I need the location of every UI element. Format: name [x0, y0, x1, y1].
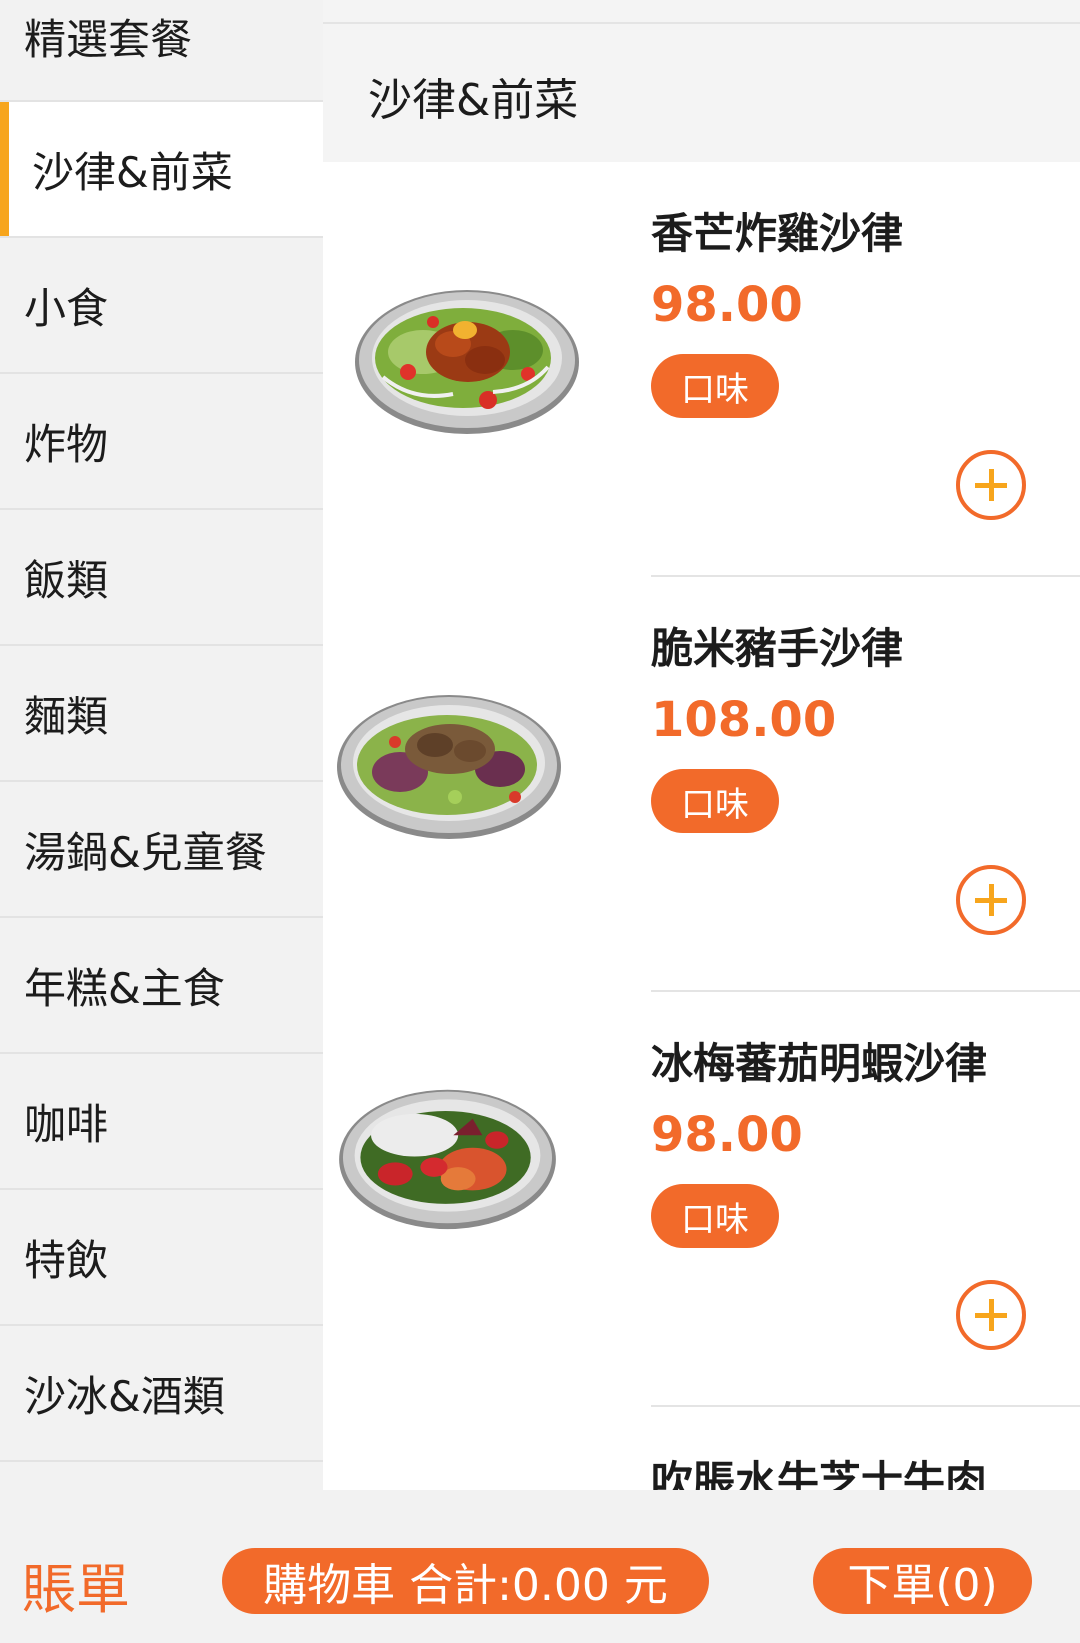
sidebar-item-hotpot-kids[interactable]: 湯鍋&兒童餐: [0, 782, 323, 918]
sidebar-item-label: 精選套餐: [24, 15, 193, 64]
product-list[interactable]: 沙律&前菜 香芒炸雞沙律 98.00 口味 脆米豬手沙律 108.00 口味 冰…: [323, 0, 1080, 1490]
salad-pork-knuckle-image: [337, 695, 561, 839]
salad-fried-chicken-mango-image: [355, 290, 579, 434]
product-price: 108.00: [651, 692, 837, 748]
product-card: 冰梅蕃茄明蝦沙律 98.00 口味: [323, 992, 1080, 1407]
category-sidebar: 精選套餐 沙律&前菜 小食 炸物 飯類 麵類 湯鍋&兒童餐 年糕&主食 咖啡 特…: [0, 0, 323, 1490]
sidebar-item-label: 小食: [24, 283, 109, 333]
product-price: 98.00: [651, 277, 803, 333]
flavor-button[interactable]: 口味: [651, 769, 779, 833]
sidebar-item-coffee[interactable]: 咖啡: [0, 1054, 323, 1190]
sidebar-item-snacks[interactable]: 小食: [0, 238, 323, 374]
product-card: 脆米豬手沙律 108.00 口味: [323, 577, 1080, 992]
sidebar-item-label: 炸物: [24, 419, 109, 469]
cart-button[interactable]: 購物車 合計:0.00 元: [222, 1548, 709, 1614]
product-name: 脆米豬手沙律: [651, 624, 904, 673]
section-header: 沙律&前菜: [323, 22, 1080, 162]
sidebar-item-set-meals[interactable]: 精選套餐: [0, 0, 323, 102]
sidebar-item-noodles[interactable]: 麵類: [0, 646, 323, 782]
sidebar-item-label: 特飲: [24, 1235, 109, 1285]
sidebar-item-ricecake-main[interactable]: 年糕&主食: [0, 918, 323, 1054]
salad-prawn-tomato-image: [339, 1089, 556, 1230]
divider: [651, 1405, 1080, 1407]
product-name: 吹脹水牛芝士牛肉: [651, 1457, 988, 1490]
add-to-cart-icon[interactable]: [956, 865, 1026, 935]
sidebar-item-label: 沙律&前菜: [32, 147, 233, 197]
sidebar-item-smoothie-alcohol[interactable]: 沙冰&酒類: [0, 1326, 323, 1462]
section-title: 沙律&前菜: [368, 75, 579, 126]
sidebar-item-special-drinks[interactable]: 特飲: [0, 1190, 323, 1326]
product-name: 冰梅蕃茄明蝦沙律: [651, 1039, 988, 1088]
product-name: 香芒炸雞沙律: [651, 209, 904, 258]
bill-button[interactable]: 賬單: [22, 1545, 130, 1624]
sidebar-item-label: 年糕&主食: [24, 963, 225, 1013]
sidebar-item-label: 咖啡: [24, 1099, 109, 1149]
flavor-button[interactable]: 口味: [651, 354, 779, 418]
bottom-bar: 賬單 購物車 合計:0.00 元 下單(0): [0, 1490, 1080, 1643]
sidebar-item-salad-appetizer[interactable]: 沙律&前菜: [0, 102, 323, 238]
sidebar-item-label: 飯類: [24, 555, 109, 605]
add-to-cart-icon[interactable]: [956, 1280, 1026, 1350]
flavor-button[interactable]: 口味: [651, 1184, 779, 1248]
sidebar-item-label: 沙冰&酒類: [24, 1371, 225, 1421]
sidebar-item-label: 湯鍋&兒童餐: [24, 827, 267, 877]
product-price: 98.00: [651, 1107, 803, 1163]
sidebar-item-fried[interactable]: 炸物: [0, 374, 323, 510]
top-spacer: [323, 0, 1080, 22]
product-card: 香芒炸雞沙律 98.00 口味: [323, 162, 1080, 577]
add-to-cart-icon[interactable]: [956, 450, 1026, 520]
place-order-button[interactable]: 下單(0): [813, 1548, 1032, 1614]
sidebar-item-rice[interactable]: 飯類: [0, 510, 323, 646]
sidebar-item-label: 麵類: [24, 691, 109, 741]
